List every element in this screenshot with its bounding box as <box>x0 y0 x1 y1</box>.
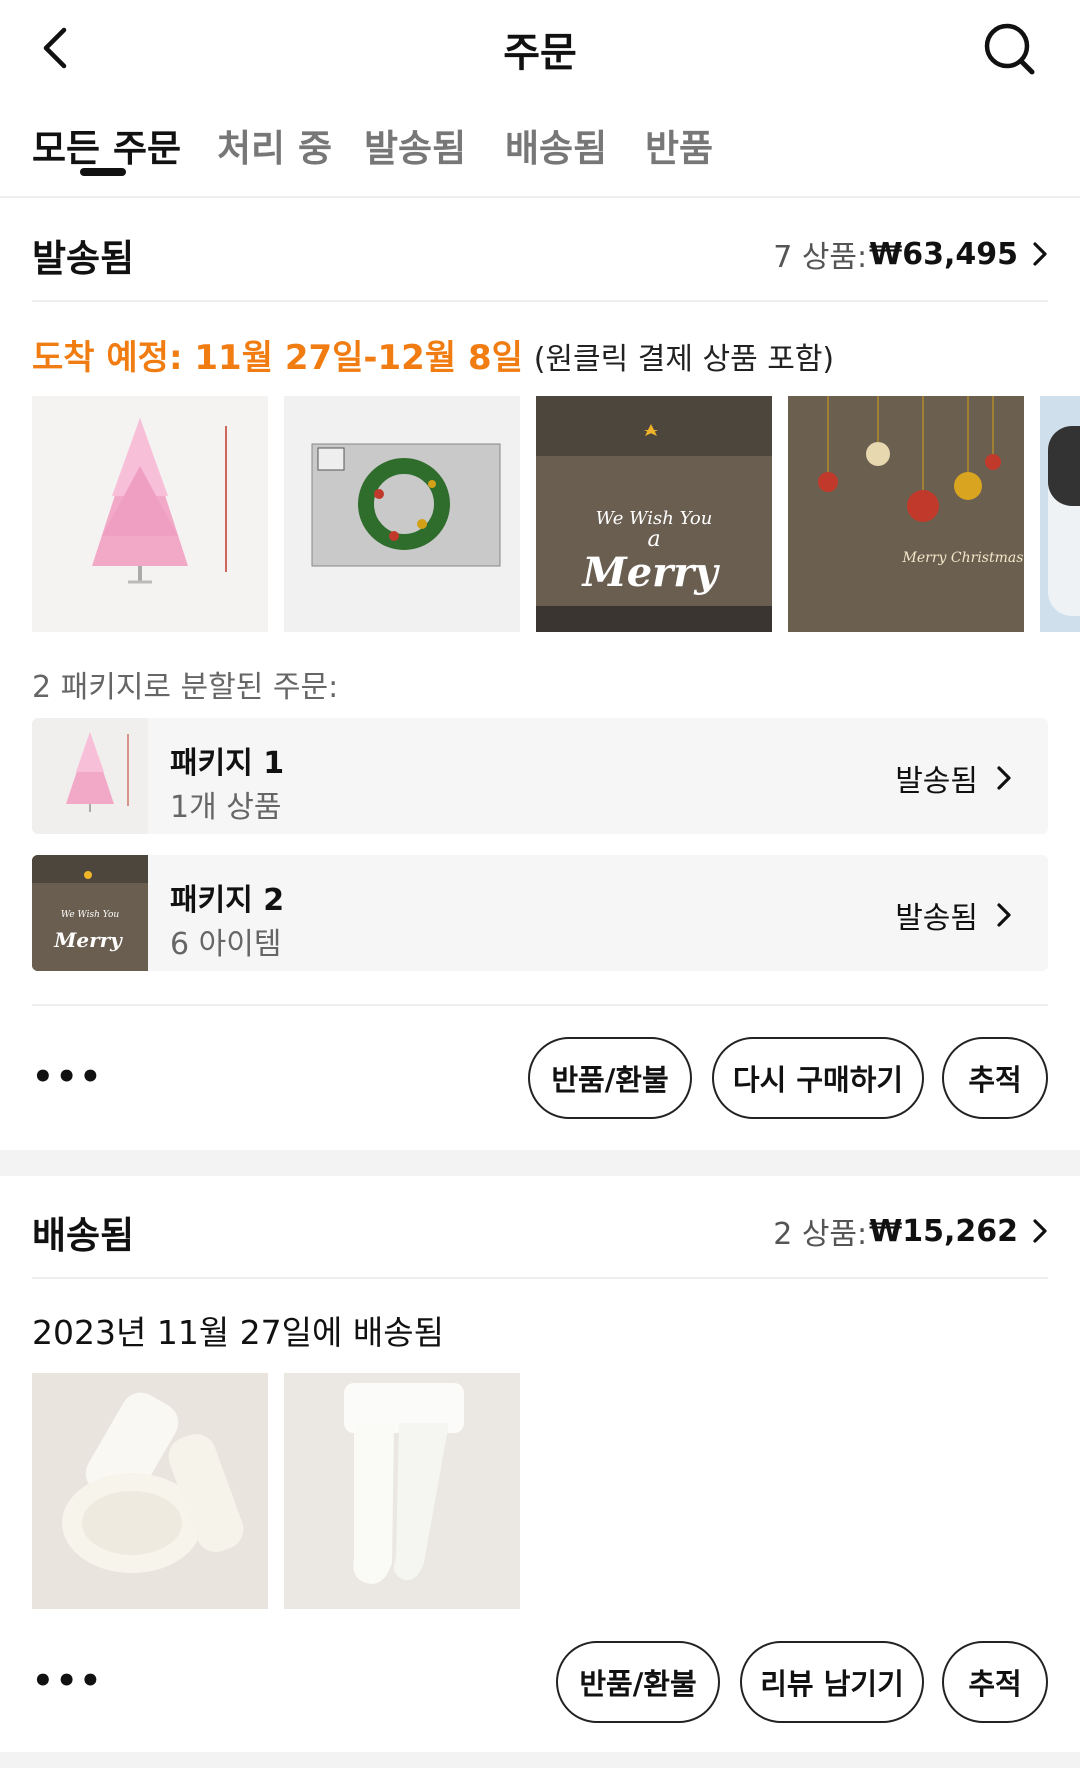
order-total: ₩63,495 <box>869 236 1018 272</box>
delivered-date: 2023년 11월 27일에 배송됨 <box>32 1313 444 1352</box>
top-bar: 주문 <box>0 0 1080 98</box>
more-options-icon[interactable]: ••• <box>32 1661 103 1701</box>
svg-text:We Wish You: We Wish You <box>61 910 120 920</box>
svg-text:We Wish You: We Wish You <box>596 508 713 529</box>
svg-text:Merry: Merry <box>53 928 123 952</box>
product-thumbnails[interactable] <box>32 1373 1080 1609</box>
page-title: 주문 <box>503 30 577 76</box>
chevron-right-icon <box>1033 242 1047 266</box>
tab-all-orders[interactable]: 모든 주문 <box>32 118 181 172</box>
section-gap <box>0 1150 1080 1176</box>
package-item-count: 1개 상품 <box>170 790 282 825</box>
package-thumbnail: We Wish You Merry <box>32 855 148 971</box>
track-button[interactable]: 추적 <box>942 1037 1048 1119</box>
section-gap <box>0 1752 1080 1768</box>
package-item-count: 6 아이템 <box>170 927 282 962</box>
order-summary[interactable]: 7 상품: ₩63,495 <box>773 232 1048 276</box>
eta-date: 도착 예정: 11월 27일-12월 8일 <box>32 338 523 378</box>
order-actions: ••• 반품/환불 다시 구매하기 추적 <box>32 1037 1048 1121</box>
order-total: ₩15,262 <box>869 1213 1018 1249</box>
chevron-right-icon <box>997 903 1011 927</box>
tab-shipped[interactable]: 발송됨 <box>364 118 466 172</box>
package-thumbnail <box>32 718 148 834</box>
order-actions: ••• 반품/환불 리뷰 남기기 추적 <box>32 1641 1048 1725</box>
more-options-icon[interactable]: ••• <box>32 1057 103 1097</box>
active-tab-indicator <box>80 168 126 176</box>
item-count: 7 상품: <box>773 240 868 275</box>
order-header[interactable]: 배송됨 2 상품: ₩15,262 <box>32 1177 1048 1277</box>
product-image[interactable] <box>284 396 520 632</box>
search-icon[interactable] <box>980 20 1040 80</box>
estimated-arrival: 도착 예정: 11월 27일-12월 8일 (원클릭 결제 상품 포함) <box>32 330 834 379</box>
tab-processing[interactable]: 처리 중 <box>217 118 332 172</box>
svg-text:Merry: Merry <box>580 549 720 596</box>
tab-delivered[interactable]: 배송됨 <box>505 118 607 172</box>
chevron-right-icon <box>997 766 1011 790</box>
order-status-title: 배송됨 <box>32 1214 135 1257</box>
refund-button[interactable]: 반품/환불 <box>528 1037 692 1119</box>
product-image[interactable] <box>1040 396 1080 632</box>
track-button[interactable]: 추적 <box>942 1641 1048 1723</box>
product-image[interactable] <box>32 396 268 632</box>
package-row[interactable]: 패키지 1 1개 상품 발송됨 <box>32 718 1048 834</box>
svg-text:Merry Christmas: Merry Christmas <box>902 550 1024 566</box>
split-order-label: 2 패키지로 분할된 주문: <box>32 670 339 705</box>
order-summary[interactable]: 2 상품: ₩15,262 <box>773 1209 1048 1253</box>
product-image[interactable]: Merry Christmas <box>788 396 1024 632</box>
divider <box>32 1004 1048 1006</box>
item-count: 2 상품: <box>773 1217 868 1252</box>
buy-again-button[interactable]: 다시 구매하기 <box>712 1037 924 1119</box>
refund-button[interactable]: 반품/환불 <box>556 1641 720 1723</box>
order-tabs: 모든 주문 처리 중 발송됨 배송됨 반품 <box>0 108 1080 198</box>
chevron-right-icon <box>1033 1219 1047 1243</box>
package-status-label: 발송됨 <box>895 901 978 936</box>
tab-returns[interactable]: 반품 <box>645 118 713 172</box>
package-status[interactable]: 발송됨 <box>895 756 1012 800</box>
divider <box>0 196 1080 198</box>
divider <box>32 1277 1048 1279</box>
package-name: 패키지 2 <box>170 883 285 918</box>
product-image[interactable] <box>284 1373 520 1609</box>
package-status-label: 발송됨 <box>895 764 978 799</box>
product-image[interactable] <box>32 1373 268 1609</box>
write-review-button[interactable]: 리뷰 남기기 <box>740 1641 924 1723</box>
package-name: 패키지 1 <box>170 746 285 781</box>
package-status[interactable]: 발송됨 <box>895 893 1012 937</box>
product-image[interactable]: We Wish You a Merry <box>536 396 772 632</box>
order-status-title: 발송됨 <box>32 237 135 280</box>
product-thumbnails[interactable]: We Wish You a Merry Merry Christmas <box>32 396 1080 632</box>
package-row[interactable]: We Wish You Merry 패키지 2 6 아이템 발송됨 <box>32 855 1048 971</box>
divider <box>32 300 1048 302</box>
order-header[interactable]: 발송됨 7 상품: ₩63,495 <box>32 200 1048 300</box>
eta-note: (원클릭 결제 상품 포함) <box>533 342 835 377</box>
